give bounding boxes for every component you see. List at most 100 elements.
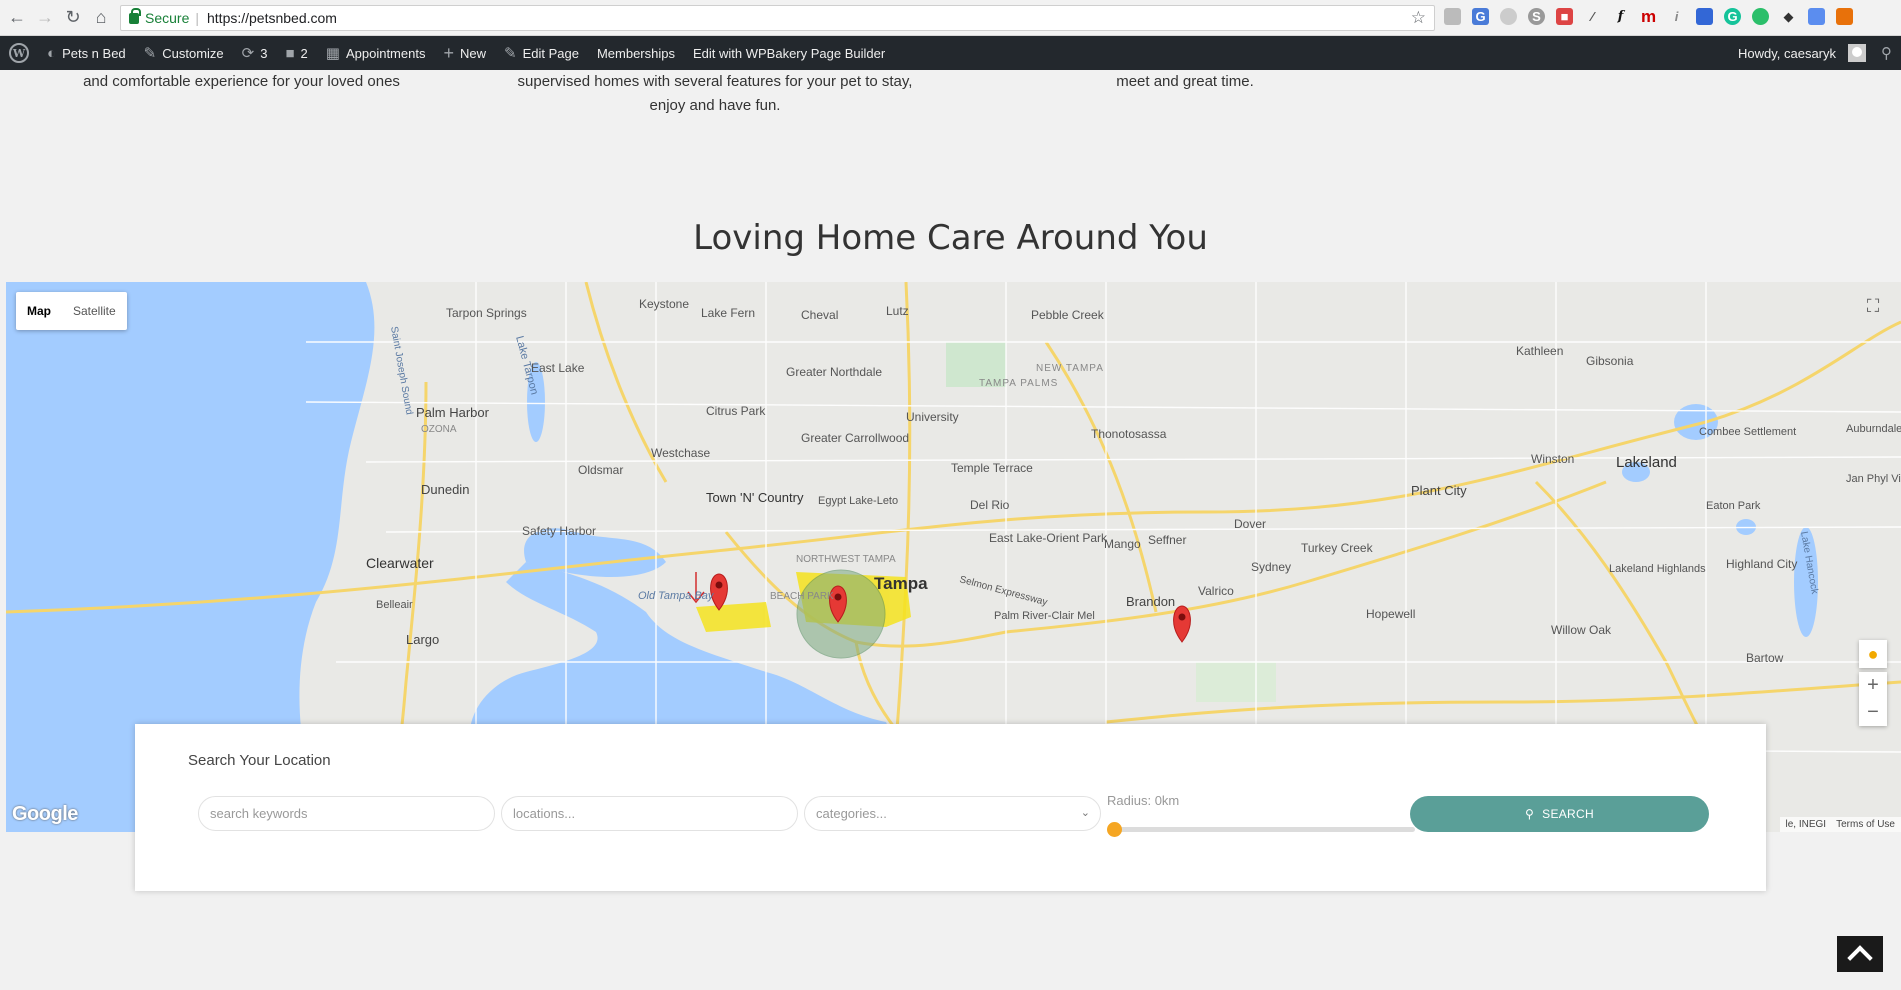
wp-new-label: New bbox=[459, 45, 486, 61]
radius-slider-handle[interactable] bbox=[1107, 822, 1122, 837]
wp-new[interactable]: + New bbox=[434, 36, 495, 70]
font-icon[interactable]: f bbox=[1612, 8, 1629, 25]
search-icon: ⚲ bbox=[1525, 807, 1535, 821]
extension-3-icon[interactable] bbox=[1500, 8, 1517, 25]
m-icon[interactable]: m bbox=[1640, 7, 1657, 26]
search-card: Search Your Location categories... ⌄ Rad… bbox=[135, 724, 1766, 891]
map-label: Tampa bbox=[874, 574, 928, 593]
search-keywords-input[interactable] bbox=[210, 806, 483, 821]
feature-2-text-1: supervised homes with several features f… bbox=[517, 73, 913, 90]
map-label: Greater Carrollwood bbox=[801, 431, 909, 445]
secure-label: Secure bbox=[145, 10, 190, 26]
office-icon[interactable]: ■ bbox=[1556, 8, 1573, 25]
map-label: Valrico bbox=[1198, 584, 1234, 598]
map-label: East Lake bbox=[531, 361, 585, 375]
map-label: Highland City bbox=[1726, 557, 1797, 571]
eraser-icon[interactable]: ◆ bbox=[1780, 8, 1797, 25]
zoom-out-icon[interactable]: − bbox=[1867, 699, 1879, 726]
map-label: Greater Northdale bbox=[786, 365, 882, 379]
map-label: Cheval bbox=[801, 308, 838, 322]
skype-icon[interactable]: S bbox=[1528, 8, 1545, 25]
extension-10-icon[interactable] bbox=[1696, 8, 1713, 25]
map-label: Dover bbox=[1234, 517, 1266, 531]
wp-logo-menu[interactable]: W bbox=[0, 36, 38, 70]
map-label: NORTHWEST TAMPA bbox=[796, 554, 896, 565]
wp-edit-page-label: Edit Page bbox=[522, 45, 579, 61]
map-label: Jan Phyl Village bbox=[1846, 473, 1901, 485]
wp-admin-bar: W ◐ Pets n Bed ✎ Customize ⟳ 3 ■ 2 ▦ App… bbox=[0, 36, 1901, 70]
map-label: Mango bbox=[1104, 537, 1141, 551]
grammarly-icon[interactable]: G bbox=[1724, 8, 1741, 25]
terms-of-use-link[interactable]: Terms of Use bbox=[1836, 819, 1895, 830]
wp-memberships[interactable]: Memberships bbox=[588, 36, 684, 70]
forward-icon[interactable]: → bbox=[34, 7, 56, 29]
map-label: Eaton Park bbox=[1706, 500, 1761, 512]
wp-comments-count: 2 bbox=[300, 45, 308, 61]
search-icon: ⚲ bbox=[1881, 45, 1892, 62]
extension-14-icon[interactable] bbox=[1808, 8, 1825, 25]
map-label: Egypt Lake-Leto bbox=[818, 495, 898, 507]
browser-toolbar: ← → ↻ ⌂ Secure | https://petsnbed.com ☆ … bbox=[0, 0, 1901, 36]
zoom-in-icon[interactable]: + bbox=[1867, 672, 1879, 699]
extension-15-icon[interactable] bbox=[1836, 8, 1853, 25]
scroll-to-top-button[interactable] bbox=[1837, 936, 1883, 972]
fullscreen-icon[interactable]: ⛶ bbox=[1859, 292, 1887, 320]
map-type-map-button[interactable]: Map bbox=[16, 292, 62, 330]
wp-site-name-label: Pets n Bed bbox=[62, 45, 126, 61]
info-icon[interactable]: i bbox=[1668, 8, 1685, 25]
eyedropper-icon[interactable]: ∕ bbox=[1584, 8, 1601, 25]
calendar-icon: ▦ bbox=[325, 45, 340, 62]
radius-slider-track[interactable] bbox=[1115, 827, 1415, 832]
wp-appointments[interactable]: ▦ Appointments bbox=[317, 36, 435, 70]
map-label: BEACH PARK bbox=[770, 591, 834, 602]
map-label: TAMPA PALMS bbox=[979, 378, 1058, 389]
wp-customize[interactable]: ✎ Customize bbox=[135, 36, 233, 70]
locations-input[interactable] bbox=[513, 806, 786, 821]
wp-appointments-label: Appointments bbox=[345, 45, 426, 61]
extension-1-icon[interactable] bbox=[1444, 8, 1461, 25]
map-type-satellite-button[interactable]: Satellite bbox=[62, 292, 127, 330]
google-logo[interactable]: Google bbox=[12, 803, 78, 826]
chat-icon[interactable] bbox=[1752, 8, 1769, 25]
back-icon[interactable]: ← bbox=[6, 7, 28, 29]
wp-search[interactable]: ⚲ bbox=[1872, 36, 1901, 70]
wp-memberships-label: Memberships bbox=[596, 45, 675, 61]
wp-account[interactable]: Howdy, caesaryk bbox=[1729, 36, 1872, 70]
map-label: Tarpon Springs bbox=[446, 306, 527, 320]
wp-wpbakery-label: Edit with WPBakery Page Builder bbox=[692, 45, 886, 61]
keywords-field[interactable] bbox=[198, 796, 495, 831]
map-label: Gibsonia bbox=[1586, 354, 1634, 368]
wp-updates[interactable]: ⟳ 3 bbox=[233, 36, 277, 70]
wp-customize-label: Customize bbox=[162, 45, 224, 61]
wp-edit-page[interactable]: ✎ Edit Page bbox=[495, 36, 588, 70]
map-label: Citrus Park bbox=[706, 404, 766, 418]
locations-field[interactable] bbox=[501, 796, 798, 831]
dashboard-icon: ◐ bbox=[47, 44, 57, 62]
secure-indicator[interactable]: Secure bbox=[129, 7, 190, 26]
bookmark-star-icon[interactable]: ☆ bbox=[1411, 8, 1426, 28]
wp-comments[interactable]: ■ 2 bbox=[276, 36, 316, 70]
wp-wpbakery[interactable]: Edit with WPBakery Page Builder bbox=[684, 36, 894, 70]
search-button-label: SEARCH bbox=[1542, 807, 1594, 821]
feature-2-text-2: enjoy and have fun. bbox=[649, 97, 781, 114]
map-label: Turkey Creek bbox=[1301, 541, 1374, 555]
map-label: Palm River-Clair Mel bbox=[994, 610, 1095, 622]
search-button[interactable]: ⚲ SEARCH bbox=[1410, 796, 1709, 832]
url-text[interactable]: https://petsnbed.com bbox=[207, 10, 337, 26]
wp-site-name[interactable]: ◐ Pets n Bed bbox=[38, 36, 135, 70]
reload-icon[interactable]: ↻ bbox=[62, 7, 84, 29]
extension-icons: G S ■ ∕ f m i G ◆ bbox=[1444, 7, 1853, 26]
map-label: Lake Fern bbox=[701, 306, 755, 320]
map-label: East Lake-Orient Park bbox=[989, 531, 1108, 545]
pegman-icon[interactable]: ● bbox=[1859, 640, 1887, 668]
park-2 bbox=[1196, 662, 1276, 702]
address-bar[interactable]: Secure | https://petsnbed.com ☆ bbox=[120, 5, 1435, 31]
translate-icon[interactable]: G bbox=[1472, 8, 1489, 25]
avatar bbox=[1848, 44, 1866, 62]
map-label: Safety Harbor bbox=[522, 524, 596, 538]
categories-select[interactable]: categories... ⌄ bbox=[804, 796, 1101, 831]
map-label: Oldsmar bbox=[578, 463, 623, 477]
map-data-attribution: le, INEGI bbox=[1785, 819, 1827, 830]
page-content: and comfortable experience for your love… bbox=[0, 70, 1901, 990]
home-icon[interactable]: ⌂ bbox=[90, 7, 112, 29]
